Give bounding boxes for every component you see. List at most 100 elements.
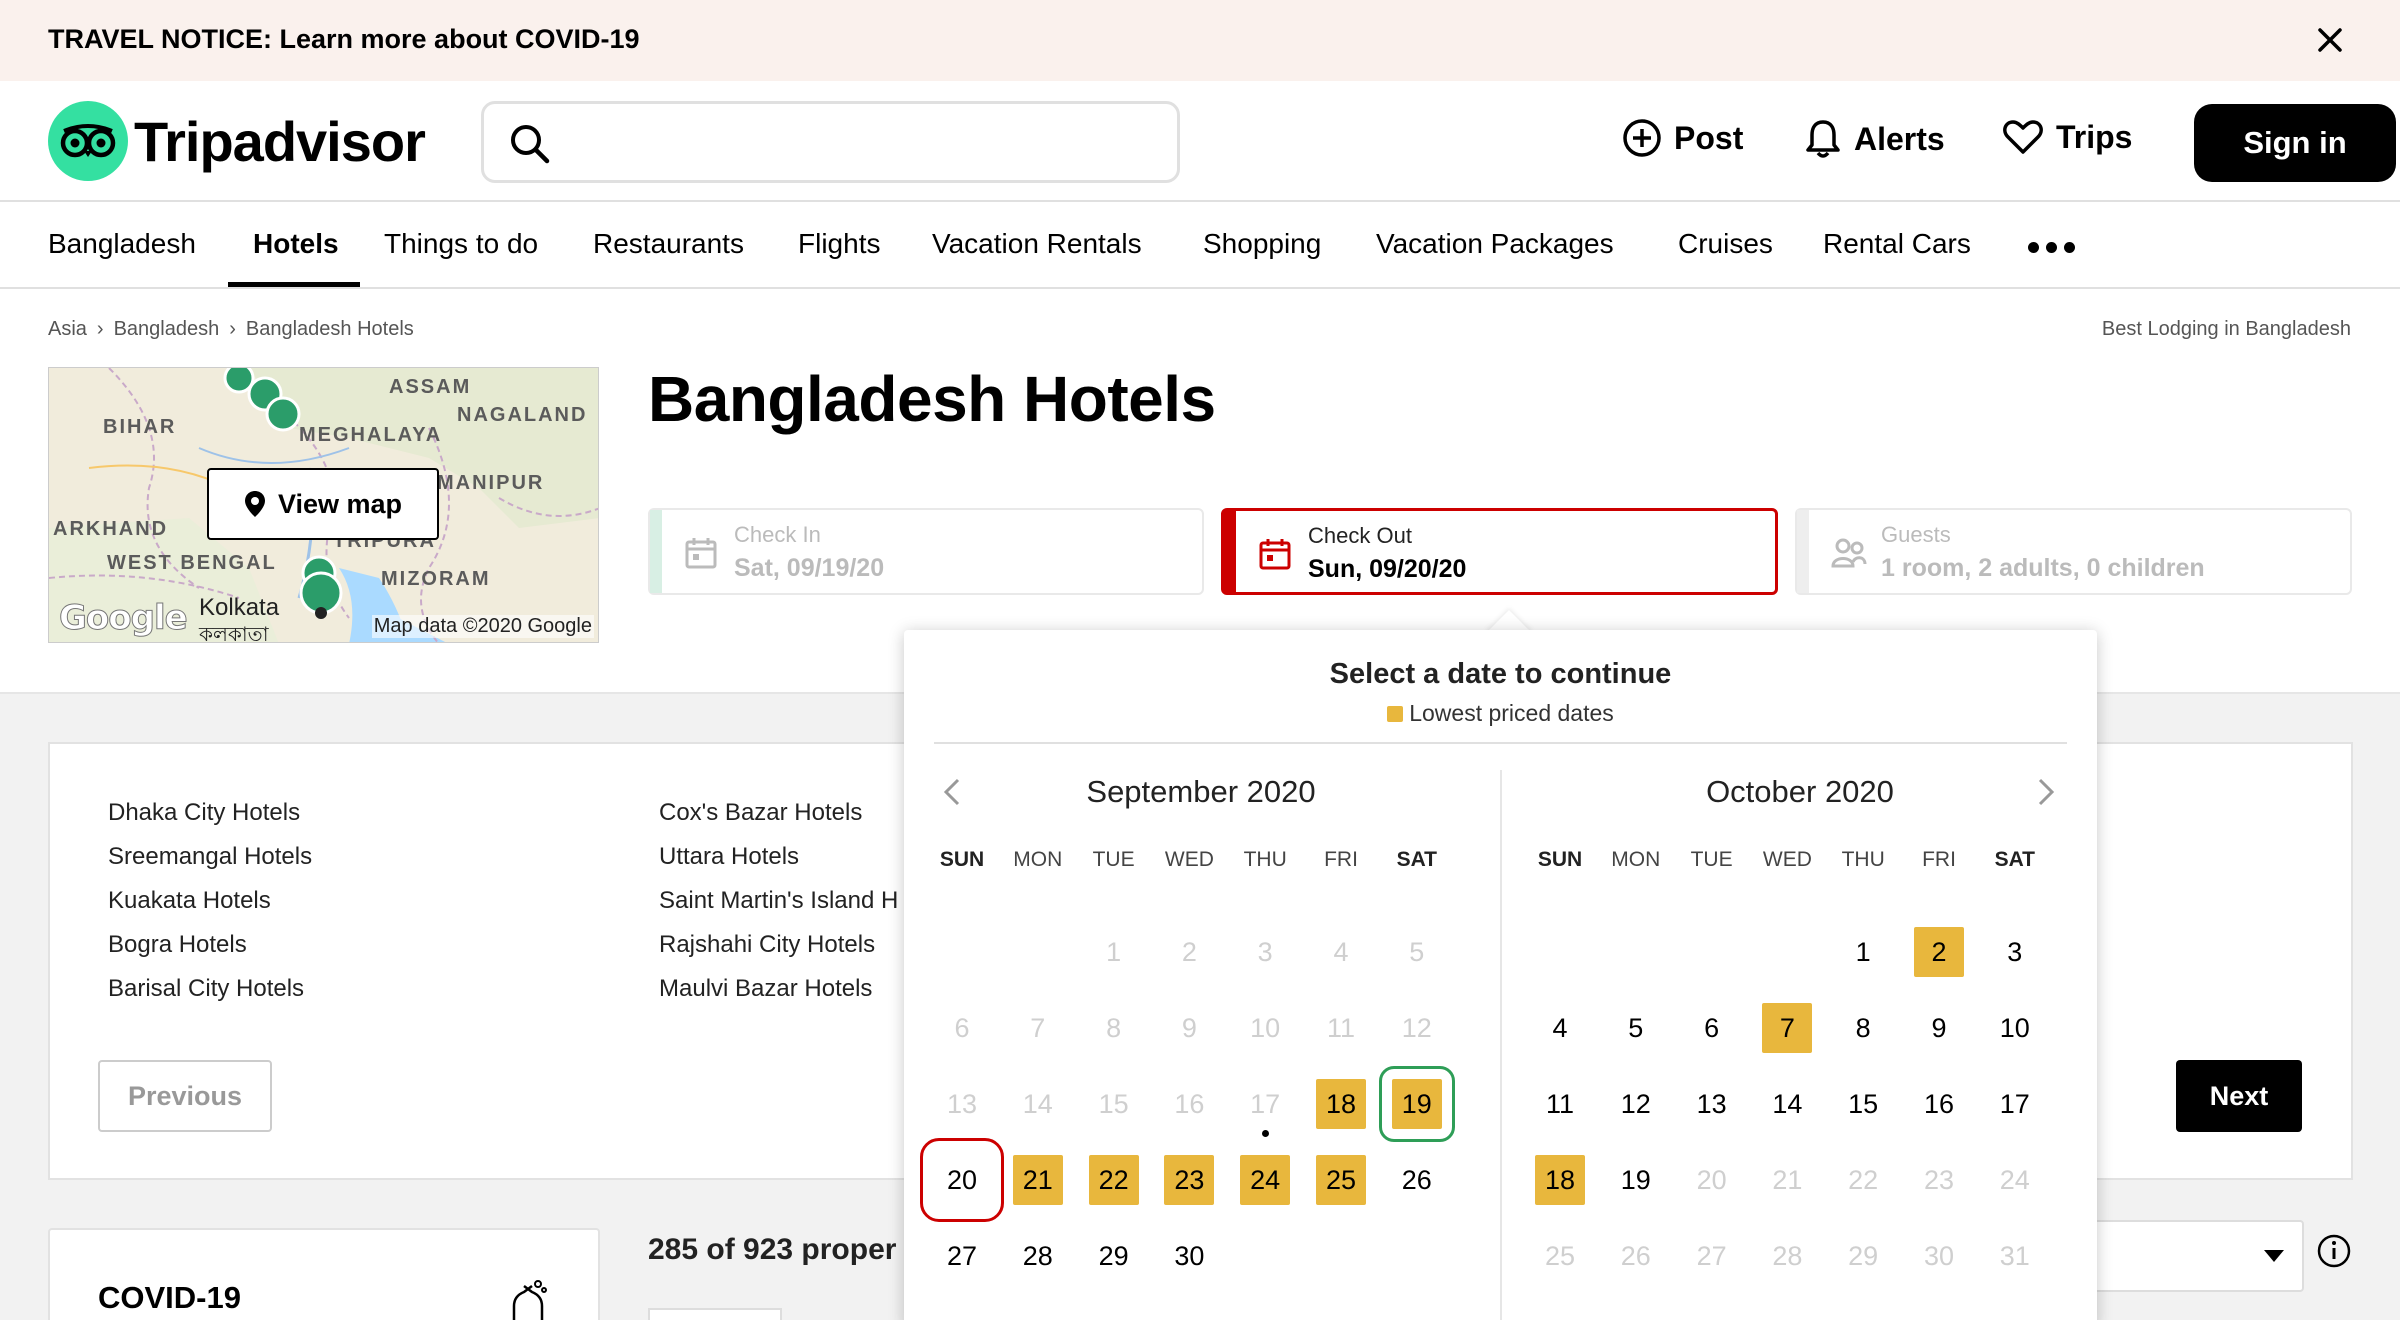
sign-in-button[interactable]: Sign in: [2194, 104, 2396, 182]
check-out-value: Sun, 09/20/20: [1308, 555, 1467, 583]
calendar-day[interactable]: 25: [1316, 1155, 1366, 1205]
calendar-day[interactable]: 15: [1838, 1079, 1888, 1129]
calendar-day[interactable]: 23: [1164, 1155, 1215, 1205]
calendar-day: 3: [1257, 936, 1273, 967]
nav-item-vacation-rentals[interactable]: Vacation Rentals: [932, 228, 1142, 260]
calendar-day[interactable]: 2: [1914, 927, 1964, 977]
calendar-day[interactable]: 30: [1164, 1231, 1214, 1281]
calendar-day[interactable]: 17: [1990, 1079, 2040, 1129]
city-link[interactable]: Cox's Bazar Hotels: [659, 799, 862, 827]
calendar-day[interactable]: 9: [1914, 1003, 1964, 1053]
calendar-day[interactable]: 27: [937, 1231, 987, 1281]
calendar-day: 15: [1098, 1088, 1129, 1119]
calendar-day[interactable]: 21: [1012, 1155, 1063, 1205]
check-in-picker[interactable]: Check In Sat, 09/19/20: [648, 508, 1204, 595]
city-link[interactable]: Bogra Hotels: [108, 931, 247, 959]
nav-item-bangladesh[interactable]: Bangladesh: [48, 228, 196, 260]
map-label-meghalaya: MEGHALAYA: [299, 424, 443, 446]
search-box[interactable]: [481, 101, 1180, 183]
calendar-day[interactable]: 3: [1990, 927, 2040, 977]
weekday-header: WED: [1164, 848, 1214, 871]
calendar-day[interactable]: 19: [1611, 1155, 1661, 1205]
alerts-label: Alerts: [1854, 120, 1945, 157]
calendar-day[interactable]: 18: [1535, 1155, 1585, 1205]
calendar-day: 11: [1326, 1012, 1356, 1043]
calendar-day[interactable]: 29: [1089, 1231, 1139, 1281]
calendar-day[interactable]: 10: [1990, 1003, 2040, 1053]
next-month-chevron-icon[interactable]: [2034, 776, 2058, 808]
covid-info-card[interactable]: COVID-19: [48, 1228, 600, 1320]
city-link[interactable]: Dhaka City Hotels: [108, 799, 300, 827]
city-link[interactable]: Maulvi Bazar Hotels: [659, 975, 872, 1003]
calendar-day[interactable]: 24: [1240, 1155, 1291, 1205]
nav-item-restaurants[interactable]: Restaurants: [593, 228, 744, 260]
map-pin-icon: [244, 491, 265, 517]
map-credit[interactable]: Map data ©2020 Google: [371, 615, 594, 638]
view-map-button[interactable]: View map: [207, 468, 439, 540]
calendar-day[interactable]: 8: [1838, 1003, 1888, 1053]
calendar-day[interactable]: 20: [920, 1138, 1004, 1222]
category-nav: Bangladesh Hotels Things to do Restauran…: [0, 202, 2400, 289]
previous-button[interactable]: Previous: [98, 1060, 272, 1132]
nav-item-flights[interactable]: Flights: [798, 228, 880, 260]
close-icon[interactable]: [2310, 20, 2350, 60]
calendar-day[interactable]: 22: [1088, 1155, 1139, 1205]
calendar-day: 5: [1409, 936, 1425, 967]
nav-item-hotels[interactable]: Hotels: [253, 228, 339, 260]
tripadvisor-logo[interactable]: Tripadvisor: [48, 101, 426, 181]
nav-item-rental-cars[interactable]: Rental Cars: [1823, 228, 1971, 260]
next-button[interactable]: Next: [2176, 1060, 2302, 1132]
view-map-label: View map: [277, 488, 403, 519]
city-link[interactable]: Uttara Hotels: [659, 843, 799, 871]
city-link[interactable]: Saint Martin's Island H: [659, 887, 898, 915]
city-link[interactable]: Rajshahi City Hotels: [659, 931, 875, 959]
post-button[interactable]: Post: [1622, 118, 1743, 158]
calendar-day[interactable]: 5: [1611, 1003, 1661, 1053]
check-in-value: Sat, 09/19/20: [734, 554, 885, 582]
nav-item-cruises[interactable]: Cruises: [1678, 228, 1773, 260]
calendar-day[interactable]: 4: [1535, 1003, 1585, 1053]
weekday-header: FRI: [1324, 848, 1358, 871]
filter-chip[interactable]: [648, 1308, 782, 1320]
breadcrumb-bangladesh[interactable]: Bangladesh: [114, 318, 220, 341]
breadcrumb-bangladesh-hotels[interactable]: Bangladesh Hotels: [246, 318, 414, 341]
prev-month-chevron-icon[interactable]: [940, 776, 964, 808]
date-picker-popover: Select a date to continue Lowest priced …: [904, 630, 2097, 1320]
alerts-button[interactable]: Alerts: [1804, 118, 1945, 160]
calendar-day[interactable]: 28: [1013, 1231, 1063, 1281]
calendar-day[interactable]: 11: [1535, 1079, 1585, 1129]
weekday-header: TUE: [1690, 848, 1733, 871]
nav-item-shopping[interactable]: Shopping: [1203, 228, 1321, 260]
check-out-picker[interactable]: Check Out Sun, 09/20/20: [1221, 508, 1778, 595]
info-icon[interactable]: [2316, 1233, 2352, 1269]
travel-notice-link[interactable]: TRAVEL NOTICE: Learn more about COVID-19: [48, 24, 640, 55]
calendar-day[interactable]: 6: [1687, 1003, 1737, 1053]
breadcrumb-asia[interactable]: Asia: [48, 318, 87, 341]
logo-wordmark: Tripadvisor: [134, 109, 426, 173]
calendar-day[interactable]: 16: [1914, 1079, 1964, 1129]
city-link[interactable]: Kuakata Hotels: [108, 887, 271, 915]
calendar-day[interactable]: 14: [1762, 1079, 1812, 1129]
city-link[interactable]: Barisal City Hotels: [108, 975, 304, 1003]
calendar-day[interactable]: 26: [1392, 1155, 1442, 1205]
calendar-day[interactable]: 7: [1762, 1003, 1813, 1053]
nav-item-things-to-do[interactable]: Things to do: [384, 228, 538, 260]
sort-dropdown[interactable]: [2080, 1220, 2304, 1292]
best-lodging-link[interactable]: Best Lodging in Bangladesh: [2102, 318, 2351, 341]
search-input[interactable]: [574, 114, 1154, 170]
calendar-day[interactable]: 1: [1838, 927, 1888, 977]
legend-label: Lowest priced dates: [1409, 700, 1614, 726]
calendar-day[interactable]: 19: [1378, 1066, 1455, 1142]
nav-item-vacation-packages[interactable]: Vacation Packages: [1376, 228, 1614, 260]
map-label-west-bengal: WEST BENGAL: [107, 552, 277, 574]
guests-picker[interactable]: Guests 1 room, 2 adults, 0 children: [1795, 508, 2352, 595]
more-dots-icon[interactable]: [2028, 242, 2075, 253]
calendar-day[interactable]: 18: [1316, 1079, 1366, 1129]
calendar-day: 2: [1181, 936, 1197, 967]
calendar-day[interactable]: 12: [1611, 1079, 1661, 1129]
calendar-day[interactable]: 13: [1687, 1079, 1737, 1129]
city-link[interactable]: Sreemangal Hotels: [108, 843, 312, 871]
hotels-map[interactable]: ASSAM NAGALAND BIHAR MEGHALAYA MANIPUR A…: [48, 367, 599, 643]
weekday-header: THU: [1243, 848, 1287, 871]
trips-button[interactable]: Trips: [2002, 118, 2132, 156]
